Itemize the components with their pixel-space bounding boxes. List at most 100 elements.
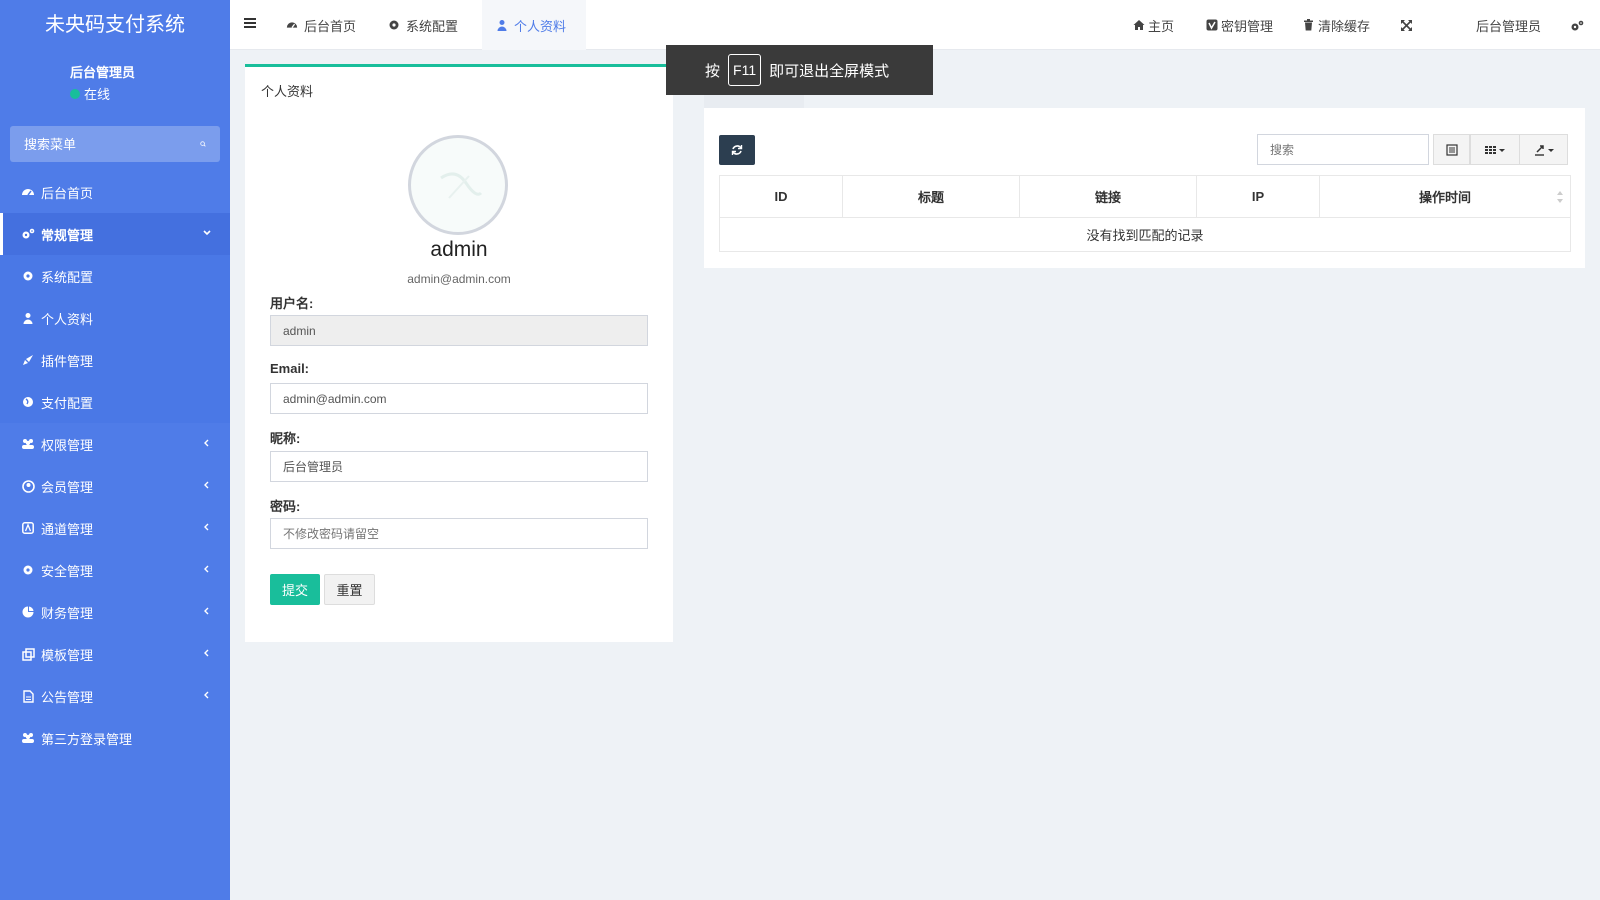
sidebar-item-third-party-login[interactable]: 第三方登录管理 <box>0 717 230 759</box>
fullscreen-toggle[interactable] <box>1400 0 1413 50</box>
sidebar-item-label: 会员管理 <box>41 479 94 495</box>
avatar[interactable] <box>408 135 508 235</box>
panel-title: 个人资料 <box>261 84 314 99</box>
top-navbar: 后台首页 系统配置 个人资料 主页 密钥管理 清除缓存 后台管理员 <box>230 0 1600 50</box>
nav-clear-cache-label: 清除缓存 <box>1318 18 1371 34</box>
sidebar-item-label: 第三方登录管理 <box>41 731 133 747</box>
sidebar-item-finance[interactable]: 财务管理 <box>0 591 230 633</box>
chevron-left-icon <box>204 523 209 531</box>
column-header-id[interactable]: ID <box>719 175 843 218</box>
columns-dropdown-button[interactable] <box>1470 134 1520 165</box>
menu-toggle-icon[interactable] <box>243 16 257 30</box>
menu-search-input[interactable] <box>24 136 200 152</box>
nav-admin-label: 后台管理员 <box>1476 18 1542 34</box>
toggle-view-button[interactable] <box>1433 134 1470 165</box>
reset-button[interactable]: 重置 <box>324 574 375 605</box>
username-field[interactable] <box>270 315 648 346</box>
menu-search <box>10 126 220 162</box>
column-header-title[interactable]: 标题 <box>842 175 1020 218</box>
user-icon <box>496 19 508 31</box>
table-search-input[interactable] <box>1257 134 1429 165</box>
group-icon <box>21 437 35 451</box>
nav-clear-cache[interactable]: 清除缓存 <box>1303 0 1370 50</box>
app-title[interactable]: 未央码支付系统 <box>0 0 230 50</box>
chevron-down-icon <box>203 230 211 236</box>
sidebar-item-label: 常规管理 <box>41 227 94 243</box>
cogs-icon <box>21 227 35 241</box>
search-icon[interactable] <box>200 137 206 151</box>
tab-label: 后台首页 <box>304 18 357 34</box>
online-dot-icon <box>70 88 80 99</box>
nickname-field[interactable] <box>270 451 648 482</box>
dashboard-icon <box>286 19 298 31</box>
column-header-ip[interactable]: IP <box>1196 175 1320 218</box>
nav-home[interactable]: 主页 <box>1133 0 1174 50</box>
sidebar-item-label: 插件管理 <box>41 353 94 369</box>
toast-text-before: 按 <box>705 62 721 80</box>
rocket-icon <box>21 353 35 367</box>
chevron-left-icon <box>204 565 209 573</box>
username-label: 用户名: <box>270 296 314 311</box>
f11-key-badge: F11 <box>728 54 762 86</box>
refresh-button[interactable] <box>719 135 755 165</box>
fullscreen-exit-toast: 按 F11 即可退出全屏模式 <box>666 45 933 95</box>
sidebar-item-label: 通道管理 <box>41 521 94 537</box>
export-dropdown-button[interactable] <box>1519 134 1568 165</box>
sidebar-item-label: 系统配置 <box>41 269 94 285</box>
tab-system-config[interactable]: 系统配置 <box>374 0 472 50</box>
sidebar-item-label: 后台首页 <box>41 185 94 201</box>
chevron-left-icon <box>204 649 209 657</box>
table-row: 没有找到匹配的记录 <box>719 217 1571 252</box>
sort-icon <box>1557 191 1563 203</box>
expand-icon <box>1401 19 1412 31</box>
sidebar-item-templates[interactable]: 模板管理 <box>0 633 230 675</box>
column-header-time[interactable]: 操作时间 <box>1319 175 1571 218</box>
sidebar-item-permissions[interactable]: 权限管理 <box>0 423 230 465</box>
email-field[interactable] <box>270 383 648 414</box>
file-text-icon <box>21 689 35 703</box>
sidebar-item-announcements[interactable]: 公告管理 <box>0 675 230 717</box>
tab-label: 个人资料 <box>514 18 567 34</box>
group-icon <box>21 731 35 745</box>
globe-icon <box>21 395 35 409</box>
password-label: 密码: <box>270 499 301 514</box>
sidebar-item-label: 安全管理 <box>41 563 94 579</box>
password-field[interactable] <box>270 518 648 549</box>
cogs-icon <box>1571 20 1584 30</box>
table-header-row: ID 标题 链接 IP 操作时间 <box>719 175 1571 218</box>
column-header-time-label: 操作时间 <box>1418 190 1471 205</box>
sidebar-item-general[interactable]: 常规管理 <box>0 213 230 255</box>
user-status: 在线 <box>70 84 110 103</box>
sidebar-item-dashboard[interactable]: 后台首页 <box>0 171 230 213</box>
admin-log-table: ID 标题 链接 IP 操作时间 没有找到匹配的记录 <box>719 175 1571 252</box>
sidebar-item-label: 支付配置 <box>41 395 94 411</box>
export-icon <box>1534 144 1554 156</box>
sidebar-item-payment-config[interactable]: 支付配置 <box>0 381 230 423</box>
gear-icon <box>21 563 35 577</box>
sidebar: 未央码支付系统 后台管理员 在线 后台首页 常规管理 系统配置 个人资料 <box>0 0 230 900</box>
list-icon <box>1445 143 1458 156</box>
nav-key-management-label: 密钥管理 <box>1221 18 1274 34</box>
profile-display-name: admin <box>430 238 488 261</box>
chevron-left-icon <box>204 607 209 615</box>
control-sidebar-toggle[interactable] <box>1570 0 1584 50</box>
chevron-left-icon <box>204 481 209 489</box>
sidebar-item-system-config[interactable]: 系统配置 <box>0 255 230 297</box>
sidebar-item-members[interactable]: 会员管理 <box>0 465 230 507</box>
tab-profile[interactable]: 个人资料 <box>482 0 586 50</box>
column-header-url[interactable]: 链接 <box>1019 175 1197 218</box>
nav-key-management[interactable]: 密钥管理 <box>1206 0 1273 50</box>
submit-button[interactable]: 提交 <box>270 574 320 605</box>
chevron-left-icon <box>204 691 209 699</box>
user-circle-icon <box>21 479 35 493</box>
vimeo-square-icon <box>1206 19 1218 31</box>
user-icon <box>21 311 35 325</box>
trash-icon <box>1303 19 1315 31</box>
sidebar-item-channels[interactable]: 通道管理 <box>0 507 230 549</box>
tab-dashboard[interactable]: 后台首页 <box>272 0 370 50</box>
sidebar-item-security[interactable]: 安全管理 <box>0 549 230 591</box>
user-status-label: 在线 <box>84 87 111 102</box>
sidebar-item-plugins[interactable]: 插件管理 <box>0 339 230 381</box>
sidebar-item-profile[interactable]: 个人资料 <box>0 297 230 339</box>
nav-admin-user[interactable]: 后台管理员 <box>1476 0 1541 50</box>
